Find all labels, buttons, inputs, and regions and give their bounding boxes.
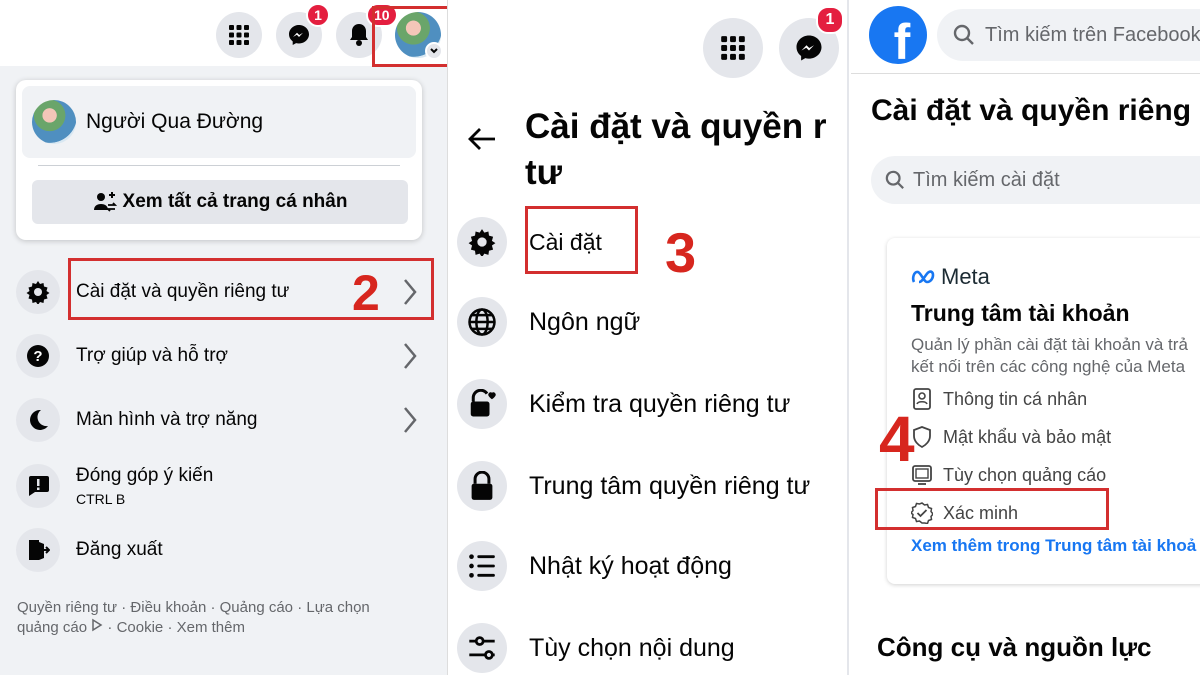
tools-heading: Công cụ và nguồn lực bbox=[877, 632, 1152, 662]
accounts-center-description: Quản lý phần cài đặt tài khoản và trả kế… bbox=[911, 334, 1188, 378]
globe-icon bbox=[457, 297, 507, 347]
menu-label: Đăng xuất bbox=[76, 539, 163, 560]
desc-line-2: kết nối trên các công nghệ của Meta bbox=[911, 357, 1186, 376]
highlight-box-1 bbox=[372, 6, 447, 67]
settings-item-content-preferences[interactable]: Tùy chọn nội dung bbox=[457, 618, 735, 675]
item-label: Tùy chọn quảng cáo bbox=[943, 464, 1107, 485]
grid-icon bbox=[229, 25, 249, 45]
meta-infinity-icon bbox=[911, 270, 935, 284]
title-line-1: Cài đặt và quyền r bbox=[525, 107, 827, 146]
footer-ad-choices[interactable]: quảng cáo bbox=[17, 619, 87, 636]
search-icon bbox=[953, 24, 974, 45]
help-icon: ? bbox=[16, 334, 60, 378]
profile-name: Người Qua Đường bbox=[86, 110, 264, 133]
accounts-item-ad-preferences[interactable]: Tùy chọn quảng cáo bbox=[911, 464, 1106, 486]
settings-search-input[interactable]: Tìm kiếm cài đặt bbox=[871, 156, 1200, 204]
grid-icon bbox=[721, 36, 745, 60]
menu-item-feedback[interactable]: Đóng góp ý kiến CTRL B bbox=[16, 458, 433, 514]
accounts-item-password-security[interactable]: Mật khẩu và bảo mật bbox=[911, 426, 1111, 448]
highlight-box-3 bbox=[525, 206, 638, 274]
search-icon bbox=[885, 170, 904, 189]
item-label: Mật khẩu và bảo mật bbox=[943, 426, 1112, 447]
divider bbox=[38, 165, 400, 166]
menu-item-logout[interactable]: Đăng xuất bbox=[16, 522, 433, 578]
step-number-3: 3 bbox=[665, 221, 697, 284]
list-icon bbox=[457, 541, 507, 591]
accounts-center-title: Trung tâm tài khoản bbox=[911, 300, 1130, 326]
accounts-item-personal-info[interactable]: Thông tin cá nhân bbox=[911, 388, 1087, 410]
menu-grid-button[interactable] bbox=[216, 12, 262, 58]
facebook-settings-panel: f Tìm kiếm trên Facebook Cài đặt và quyề… bbox=[851, 0, 1200, 675]
gear-icon bbox=[16, 270, 60, 314]
lock-heart-icon bbox=[457, 379, 507, 429]
avatar bbox=[32, 100, 76, 144]
see-profiles-label: Xem tất cả trang cá nhân bbox=[122, 191, 348, 212]
step-number-2: 2 bbox=[352, 265, 380, 321]
settings-item-activity-log[interactable]: Nhật ký hoạt động bbox=[457, 536, 732, 596]
menu-grid-button[interactable] bbox=[703, 18, 763, 78]
menu-sublabel: CTRL B bbox=[76, 491, 126, 507]
highlight-box-4 bbox=[875, 488, 1109, 530]
profile-row[interactable]: Người Qua Đường bbox=[22, 86, 416, 158]
bell-icon bbox=[350, 24, 368, 46]
meta-logo-text: Meta bbox=[941, 264, 990, 289]
item-label: Nhật ký hoạt động bbox=[529, 551, 732, 580]
item-label: Ngôn ngữ bbox=[529, 307, 641, 336]
see-all-profiles-button[interactable]: Xem tất cả trang cá nhân bbox=[32, 180, 408, 224]
settings-item-privacy-checkup[interactable]: Kiểm tra quyền riêng tư bbox=[457, 374, 790, 434]
back-arrow-icon[interactable] bbox=[467, 126, 497, 152]
desc-line-1: Quản lý phần cài đặt tài khoản và trả bbox=[911, 335, 1188, 354]
facebook-search-bar[interactable]: Tìm kiếm trên Facebook bbox=[937, 9, 1200, 61]
sliders-icon bbox=[457, 623, 507, 673]
settings-item-language[interactable]: Ngôn ngữ bbox=[457, 292, 640, 352]
settings-privacy-panel: 1 Cài đặt và quyền r tư Cài đặt 3 Ngôn n… bbox=[449, 0, 849, 675]
switch-profiles-icon bbox=[93, 192, 117, 212]
footer-line-2[interactable]: · Cookie · Xem thêm bbox=[107, 619, 245, 636]
meta-logo: Meta bbox=[911, 264, 990, 290]
moon-icon bbox=[16, 398, 60, 442]
chevron-right-icon bbox=[404, 407, 417, 433]
page-title: Cài đặt và quyền r tư bbox=[525, 104, 826, 196]
item-label: Tùy chọn nội dung bbox=[529, 633, 735, 662]
accounts-center-card: Meta Trung tâm tài khoản Quản lý phần cà… bbox=[887, 238, 1200, 584]
item-label: Trung tâm quyền riêng tư bbox=[529, 471, 811, 500]
title-line-2: tư bbox=[525, 153, 562, 192]
ad-choices-icon bbox=[92, 618, 103, 632]
messenger-badge: 1 bbox=[816, 6, 844, 34]
item-label: Thông tin cá nhân bbox=[943, 388, 1088, 409]
feedback-icon bbox=[16, 464, 60, 508]
logout-icon bbox=[16, 528, 60, 572]
svg-text:?: ? bbox=[33, 348, 42, 365]
messenger-icon bbox=[796, 35, 822, 61]
menu-label: Trợ giúp và hỗ trợ bbox=[76, 345, 228, 366]
step-number-4: 4 bbox=[879, 403, 915, 475]
settings-item-privacy-center[interactable]: Trung tâm quyền riêng tư bbox=[457, 456, 810, 516]
messenger-icon bbox=[289, 25, 309, 45]
account-menu-panel: 1 10 1 Người Qua Đường Xem tất cả trang … bbox=[0, 0, 448, 675]
settings-search-placeholder: Tìm kiếm cài đặt bbox=[913, 168, 1060, 191]
page-title: Cài đặt và quyền riêng bbox=[871, 94, 1192, 127]
footer-links: Quyền riêng tư · Điều khoản · Quảng cáo … bbox=[17, 598, 370, 638]
item-label: Kiểm tra quyền riêng tư bbox=[529, 389, 791, 418]
search-placeholder: Tìm kiếm trên Facebook bbox=[985, 23, 1200, 46]
messenger-badge: 1 bbox=[306, 3, 330, 27]
menu-item-display[interactable]: Màn hình và trợ năng bbox=[16, 392, 433, 448]
see-more-accounts-center-link[interactable]: Xem thêm trong Trung tâm tài khoả bbox=[911, 536, 1196, 556]
footer-line-1[interactable]: Quyền riêng tư · Điều khoản · Quảng cáo … bbox=[17, 598, 370, 618]
menu-label: Đóng góp ý kiến bbox=[76, 465, 214, 486]
profile-card: Người Qua Đường Xem tất cả trang cá nhân bbox=[16, 80, 422, 240]
lock-icon bbox=[457, 461, 507, 511]
menu-item-help[interactable]: ? Trợ giúp và hỗ trợ bbox=[16, 328, 433, 384]
facebook-logo-icon[interactable]: f bbox=[869, 6, 927, 64]
chevron-right-icon bbox=[404, 343, 417, 369]
menu-label: Màn hình và trợ năng bbox=[76, 409, 258, 430]
gear-icon bbox=[457, 217, 507, 267]
